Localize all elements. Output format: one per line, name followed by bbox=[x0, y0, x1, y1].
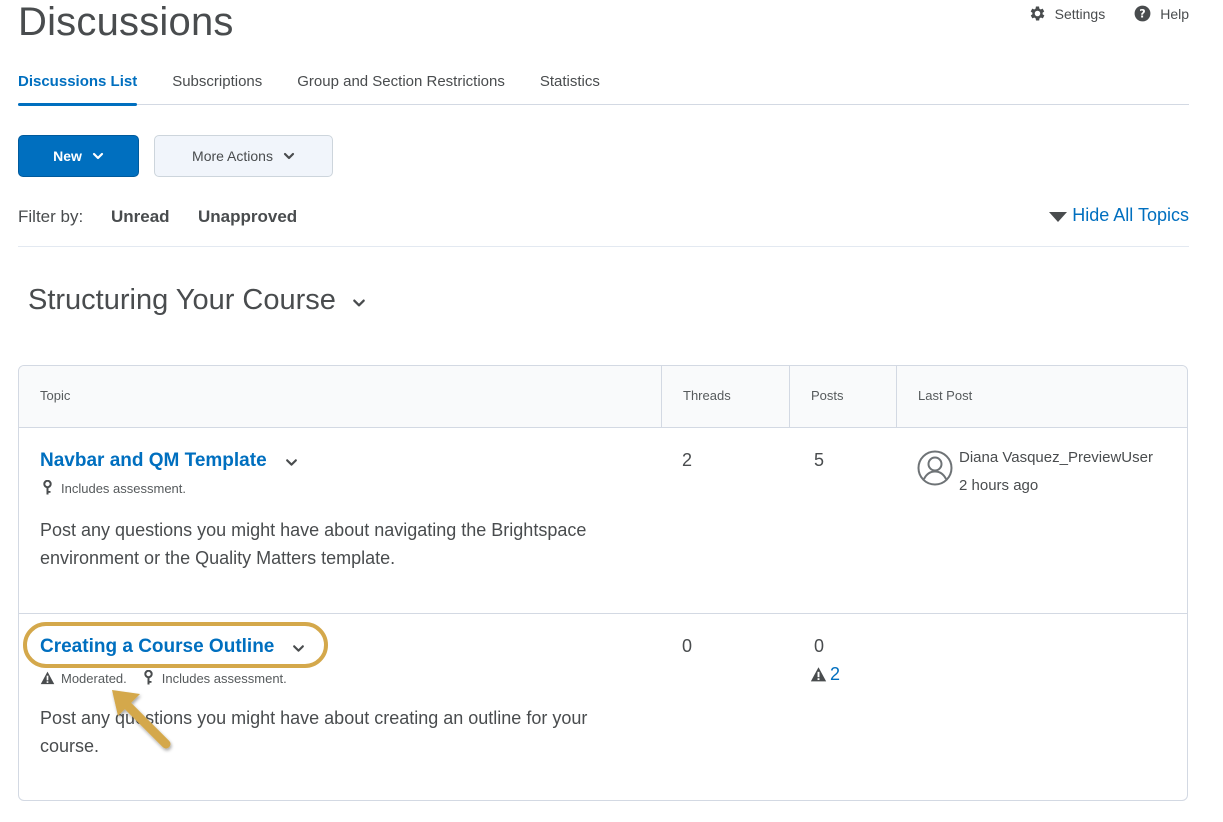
topic-title-link[interactable]: Creating a Course Outline bbox=[40, 636, 305, 658]
hide-all-topics-link[interactable]: Hide All Topics bbox=[1049, 205, 1189, 226]
tab-discussions-list[interactable]: Discussions List bbox=[18, 70, 138, 106]
topic-title-link[interactable]: Navbar and QM Template bbox=[40, 450, 298, 472]
unapproved-posts-link[interactable]: 2 bbox=[809, 664, 840, 685]
unapproved-count: 2 bbox=[830, 664, 841, 684]
tab-subscriptions[interactable]: Subscriptions bbox=[172, 70, 262, 105]
settings-label: Settings bbox=[1054, 5, 1106, 22]
svg-text:?: ? bbox=[1139, 7, 1145, 20]
warning-icon bbox=[40, 671, 55, 685]
topic-title: Navbar and QM Template bbox=[40, 450, 267, 471]
assessment-text: Includes assessment. bbox=[61, 480, 187, 496]
more-actions-label: More Actions bbox=[192, 148, 273, 164]
more-actions-button[interactable]: More Actions bbox=[154, 135, 333, 177]
header-topic: Topic bbox=[40, 388, 71, 403]
threads-count: 0 bbox=[682, 636, 693, 656]
warning-icon bbox=[810, 667, 827, 682]
chevron-down-icon bbox=[283, 152, 295, 160]
topic-description: Post any questions you might have about … bbox=[40, 708, 588, 756]
header-posts: Posts bbox=[789, 366, 896, 427]
table-header: Topic Threads Posts Last Post bbox=[19, 366, 1187, 428]
help-label: Help bbox=[1160, 5, 1189, 22]
new-button-label: New bbox=[53, 148, 82, 164]
chevron-down-icon[interactable] bbox=[285, 456, 298, 469]
threads-count: 2 bbox=[682, 450, 693, 470]
key-icon bbox=[144, 670, 153, 685]
page-title: Discussions bbox=[18, 0, 234, 44]
tab-bar: Discussions List Subscriptions Group and… bbox=[18, 70, 1189, 106]
header-links: Settings ? Help bbox=[1028, 4, 1189, 23]
section-title: Structuring Your Course bbox=[28, 284, 336, 316]
posts-count: 0 bbox=[814, 636, 825, 656]
settings-link[interactable]: Settings bbox=[1028, 4, 1106, 23]
topic-meta: Includes assessment. bbox=[40, 480, 186, 496]
header-threads: Threads bbox=[661, 366, 789, 427]
moderated-text: Moderated. bbox=[61, 670, 127, 686]
new-button[interactable]: New bbox=[18, 135, 139, 177]
filter-unread[interactable]: Unread bbox=[111, 207, 170, 227]
last-post-user: Diana Vasquez_PreviewUser bbox=[959, 449, 1153, 466]
key-icon bbox=[43, 480, 52, 495]
help-link[interactable]: ? Help bbox=[1133, 4, 1189, 23]
last-post-info: Diana Vasquez_PreviewUser 2 hours ago bbox=[959, 444, 1153, 500]
help-icon: ? bbox=[1134, 5, 1151, 22]
topics-table: Topic Threads Posts Last Post Navbar and… bbox=[18, 365, 1188, 801]
gear-icon bbox=[1030, 6, 1044, 21]
topic-meta: Moderated. Includes assessment. bbox=[40, 670, 287, 686]
tab-group-section-restrictions[interactable]: Group and Section Restrictions bbox=[297, 70, 505, 105]
filter-unapproved[interactable]: Unapproved bbox=[198, 207, 297, 227]
filter-label: Filter by: bbox=[18, 207, 84, 226]
topic-title: Creating a Course Outline bbox=[40, 636, 275, 657]
triangle-down-icon bbox=[1049, 211, 1068, 222]
table-row: Navbar and QM Template Includes assessme… bbox=[19, 428, 1187, 614]
last-post: Diana Vasquez_PreviewUser 2 hours ago bbox=[917, 449, 1153, 500]
topic-description: Post any questions you might have about … bbox=[40, 520, 587, 568]
section-heading[interactable]: Structuring Your Course bbox=[28, 284, 366, 317]
tab-statistics[interactable]: Statistics bbox=[540, 70, 600, 105]
header-last-post: Last Post bbox=[896, 366, 1187, 427]
chevron-down-icon[interactable] bbox=[292, 642, 305, 655]
avatar-icon bbox=[917, 450, 953, 486]
filter-bar: Filter by: Unread Unapproved Hide All To… bbox=[18, 205, 1189, 247]
assessment-text: Includes assessment. bbox=[161, 670, 287, 686]
chevron-down-icon bbox=[353, 299, 365, 306]
table-row: Creating a Course Outline Moderated. Inc… bbox=[19, 614, 1187, 800]
posts-count: 5 bbox=[814, 450, 825, 470]
hide-all-topics-label: Hide All Topics bbox=[1072, 205, 1189, 225]
last-post-time: 2 hours ago bbox=[959, 477, 1039, 494]
chevron-down-icon bbox=[92, 152, 103, 160]
